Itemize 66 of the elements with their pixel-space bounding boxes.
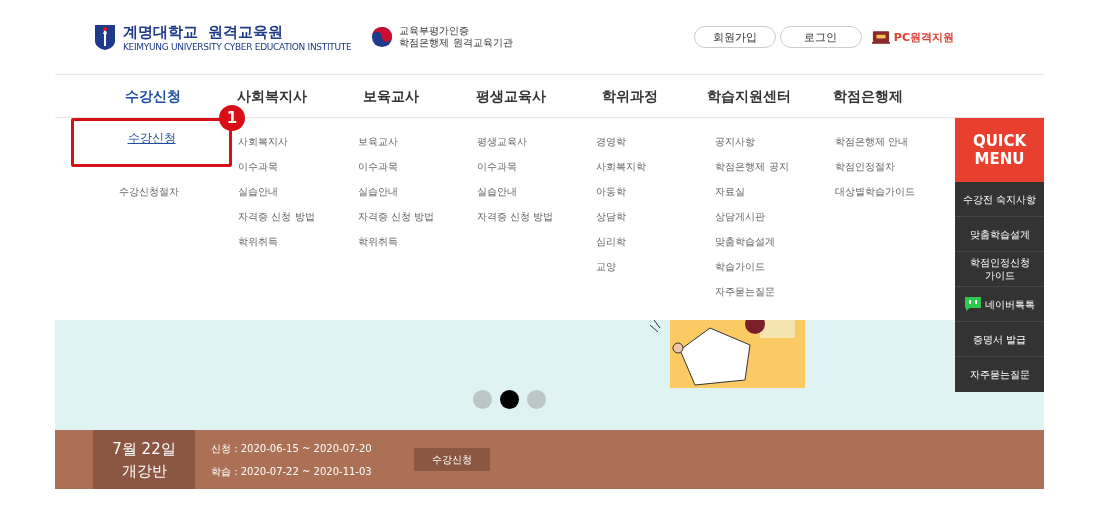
nav-tab[interactable]: 보육교사: [363, 88, 420, 104]
submenu-link[interactable]: 사회복지사: [238, 135, 332, 160]
submenu-link[interactable]: 학습가이드: [715, 260, 809, 285]
period-text: 학습 : 2020-07-22 ~ 2020-11-03: [211, 464, 372, 479]
slider-dot[interactable]: [500, 390, 519, 409]
submenu-link[interactable]: 대상별학습가이드: [834, 185, 929, 210]
submenu-link[interactable]: 심리학: [596, 235, 690, 260]
university-emblem-icon: [93, 23, 117, 51]
monitor-icon: [871, 29, 890, 45]
quick-menu-item[interactable]: 자주묻는질문: [955, 357, 1044, 392]
submenu-link[interactable]: 상담학: [596, 210, 690, 235]
submenu-link[interactable]: 맞춤학습설계: [715, 235, 809, 260]
quick-menu-item[interactable]: 네이버톡톡: [955, 287, 1044, 322]
submenu-link[interactable]: 학위취득: [357, 235, 451, 260]
submenu-link[interactable]: 학점은행제 공지: [715, 160, 809, 185]
course-date: 7월 22일: [112, 438, 176, 460]
slider-dot[interactable]: [527, 390, 546, 409]
quick-menu-item[interactable]: 맞춤학습설계: [955, 217, 1044, 252]
submenu-link[interactable]: 학점인정절차: [834, 160, 929, 185]
submenu-link[interactable]: 수강신청절차: [119, 185, 213, 210]
quick-menu-item[interactable]: 학점인정신청 가이드: [955, 252, 1044, 287]
submenu-link[interactable]: 자주묻는질문: [715, 285, 809, 310]
submenu-link[interactable]: 자격증 신청 방법: [238, 210, 332, 235]
nav-tab[interactable]: 평생교육사: [475, 88, 546, 104]
period-text: 신청 : 2020-06-15 ~ 2020-07-20: [211, 441, 372, 456]
submenu-link[interactable]: 자료실: [715, 185, 809, 210]
submenu-link[interactable]: 공지사항: [715, 135, 809, 160]
quick-menu-item[interactable]: 수강전 숙지사항: [955, 182, 1044, 217]
nav-tab[interactable]: 사회복지사: [236, 88, 307, 104]
submenu-link[interactable]: 상담게시판: [715, 210, 809, 235]
submenu-link[interactable]: 실습안내: [357, 185, 451, 210]
register-button[interactable]: 수강신청: [413, 448, 490, 471]
submenu-link[interactable]: 보육교사: [357, 135, 451, 160]
submenu-link[interactable]: 교양: [596, 260, 690, 285]
quick-menu-item[interactable]: 증명서 발급: [955, 322, 1044, 357]
submenu-link[interactable]: 아동학: [596, 185, 690, 210]
submenu-link[interactable]: 평생교육사: [476, 135, 571, 160]
submenu-link[interactable]: 이수과목: [476, 160, 571, 185]
nav-tab[interactable]: 학위과정: [601, 88, 658, 104]
chat-icon: [964, 296, 982, 312]
submenu-link[interactable]: 경영학: [596, 135, 690, 160]
pc-support-link[interactable]: PC원격지원: [893, 29, 954, 45]
submenu-link[interactable]: 이수과목: [238, 160, 332, 185]
submenu-link[interactable]: 사회복지학: [596, 160, 690, 185]
submenu-link[interactable]: 학위취득: [238, 235, 332, 260]
annotation-badge: 1: [219, 105, 245, 131]
course-title: 개강반: [121, 460, 167, 482]
nav-tab[interactable]: 수강신청: [124, 88, 181, 104]
slider-dot[interactable]: [473, 390, 492, 409]
logo-subtitle: KEIMYUNG UNIVERSITY CYBER EDUCATION INSTITUTE: [123, 41, 352, 52]
submenu-link[interactable]: 학점은행제 안내: [834, 135, 929, 160]
taegeuk-icon: [371, 26, 394, 48]
submenu-link[interactable]: 수강신청: [127, 131, 176, 156]
submenu-link[interactable]: 실습안내: [238, 185, 332, 210]
submenu-link[interactable]: 자격증 신청 방법: [476, 210, 571, 235]
submenu-link[interactable]: 자격증 신청 방법: [357, 210, 451, 235]
logo-title: 계명대학교 원격교육원: [123, 22, 285, 42]
submenu-link[interactable]: 이수과목: [357, 160, 451, 185]
header-button[interactable]: 로그인: [779, 26, 862, 48]
nav-tab[interactable]: 학습지원센터: [707, 88, 792, 104]
certification-text: 교육부평가인증: [399, 25, 471, 37]
nav-tab[interactable]: 학점은행제: [833, 88, 904, 104]
quick-menu-title: QUICK MENU: [955, 118, 1044, 182]
header-button[interactable]: 회원가입: [693, 26, 776, 48]
submenu-link[interactable]: 실습안내: [476, 185, 571, 210]
certification-text: 학점은행제 원격교육기관: [399, 37, 513, 49]
